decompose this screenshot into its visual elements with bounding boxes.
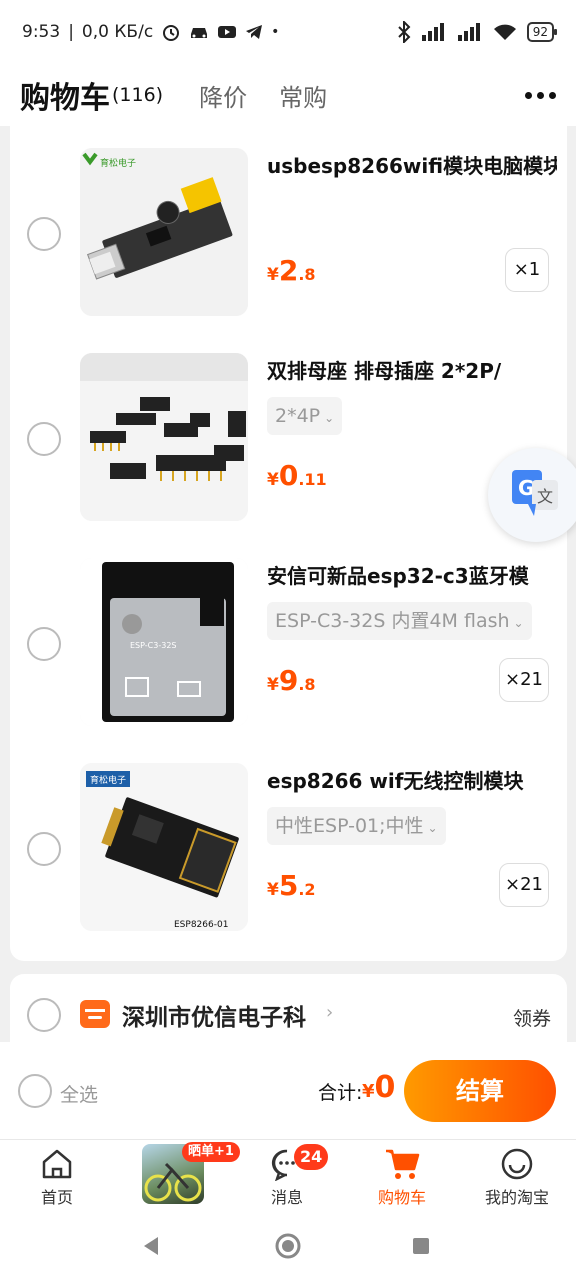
product-title[interactable]: esp8266 wif无线控制模块 (267, 765, 557, 794)
cart-content: 育松电子 usbesp8266wifi模块电脑模块 ¥2.8 ×1 双排母座 排… (0, 126, 576, 1042)
product-image[interactable] (80, 353, 248, 521)
select-all-label[interactable]: 全选 (60, 1080, 98, 1107)
dot-icon: • (271, 24, 280, 40)
item-checkbox[interactable] (27, 832, 61, 866)
svg-text:G: G (518, 476, 534, 500)
item-checkbox[interactable] (27, 627, 61, 661)
tab-home-label: 首页 (40, 1188, 73, 1207)
status-bar: 9:53 | 0,0 КБ/с • 92 (0, 0, 576, 64)
tab-messages-label: 消息 (270, 1188, 303, 1207)
product-image[interactable]: ESP-C3-32S (80, 558, 248, 726)
spec-selector[interactable]: 中性ESP-01;中性 ⌄ (267, 807, 446, 845)
tab-my-label: 我的淘宝 (484, 1188, 549, 1207)
cart-count: (116) (112, 84, 164, 106)
cart-item[interactable]: 育松电子 usbesp8266wifi模块电脑模块 ¥2.8 ×1 (10, 136, 567, 341)
svg-text:育松电子: 育松电子 (100, 157, 136, 169)
cart-item[interactable]: 育松电子 ESP8266-01 esp8266 wif无线控制模块 中性ESP-… (10, 751, 567, 956)
nav-buttons (144, 1233, 429, 1259)
product-image[interactable]: 育松电子 (80, 148, 248, 316)
smile-icon (501, 1148, 533, 1180)
youtube-icon (218, 26, 237, 38)
svg-text:文: 文 (537, 487, 553, 506)
coupon-button[interactable]: 领券 (513, 1004, 551, 1031)
product-title[interactable]: usbesp8266wifi模块电脑模块 (267, 150, 557, 179)
quantity-stepper[interactable]: ×21 (499, 863, 549, 907)
svg-text:ESP8266-01: ESP8266-01 (174, 920, 228, 930)
clock: 9:53 (22, 22, 61, 42)
checkout-button[interactable]: 结算 (404, 1060, 556, 1122)
alarm-icon (163, 25, 180, 41)
network-speed: 0,0 КБ/с (81, 22, 154, 42)
telegram-icon (246, 25, 263, 39)
google-translate-icon: G 文 (512, 470, 558, 516)
shop-checkbox[interactable] (27, 998, 61, 1032)
checkout-bar: 全选 合计: ¥0 结算 (0, 1042, 576, 1140)
product-price: ¥5.2 (267, 869, 316, 902)
product-image[interactable]: 育松电子 ESP8266-01 (80, 763, 248, 931)
spec-selector[interactable]: ESP-C3-32S 内置4M flash ⌄ (267, 602, 532, 640)
more-menu-icon[interactable] (525, 91, 556, 99)
chevron-down-icon: ⌄ (513, 616, 524, 630)
home-icon (42, 1149, 72, 1179)
quantity-stepper[interactable]: ×21 (499, 658, 549, 702)
svg-text:ESP-C3-32S: ESP-C3-32S (130, 641, 177, 650)
cart-icon (386, 1149, 420, 1179)
total-value: ¥0 (362, 1070, 396, 1105)
tab-cart[interactable]: 购物车 (357, 1144, 447, 1208)
wifi-icon (493, 24, 516, 40)
chevron-down-icon: ⌄ (324, 411, 335, 425)
signal-icon (421, 23, 444, 41)
messages-badge: 24 (294, 1144, 329, 1170)
spec-label: 2*4P (275, 405, 321, 427)
tab-frequent[interactable]: 常购 (279, 78, 327, 113)
car-icon (191, 28, 208, 38)
cart-header: 购物车 (116) 降价 常购 (0, 64, 576, 126)
esp32-module-image: ESP-C3-32S (80, 558, 248, 726)
chevron-down-icon: ⌄ (427, 821, 438, 835)
back-icon[interactable] (144, 1237, 158, 1255)
quantity-stepper[interactable]: ×1 (505, 248, 549, 292)
tab-price-drop[interactable]: 降价 (199, 78, 247, 113)
item-checkbox[interactable] (27, 422, 61, 456)
tab-home[interactable]: 首页 (12, 1144, 102, 1208)
cart-item[interactable]: 双排母座 排母插座 2*2P/ 2*4P ⌄ ¥0.11 (10, 341, 567, 546)
svg-text:育松电子: 育松电子 (90, 774, 126, 786)
cart-item[interactable]: ESP-C3-32S 安信可新品esp32-c3蓝牙模 ESP-C3-32S 内… (10, 546, 567, 751)
shop-name[interactable]: 深圳市优信电子科 (122, 998, 306, 1032)
esp8266-module-image: 育松电子 ESP8266-01 (80, 763, 248, 931)
usb-module-image: 育松电子 (80, 148, 248, 316)
tab-cart-label: 购物车 (377, 1188, 426, 1207)
product-price: ¥0.11 (267, 459, 327, 492)
spec-label: ESP-C3-32S 内置4M flash (275, 610, 510, 632)
shop-icon (80, 1000, 110, 1028)
product-price: ¥9.8 (267, 664, 316, 697)
spec-selector[interactable]: 2*4P ⌄ (267, 397, 343, 435)
tab-my-taobao[interactable]: 我的淘宝 (472, 1144, 562, 1208)
signal-icon-2 (457, 23, 480, 41)
shop-card: 育松电子 usbesp8266wifi模块电脑模块 ¥2.8 ×1 双排母座 排… (10, 126, 567, 961)
product-title[interactable]: 安信可新品esp32-c3蓝牙模 (267, 560, 557, 589)
promo-badge: 晒单+1 (182, 1142, 240, 1162)
shop-card-next: 深圳市优信电子科 › 领券 (10, 974, 567, 1042)
item-checkbox[interactable] (27, 217, 61, 251)
product-price: ¥2.8 (267, 254, 316, 287)
system-nav-bar (0, 1212, 576, 1280)
product-title[interactable]: 双排母座 排母插座 2*2P/ (267, 355, 557, 384)
recents-icon[interactable] (413, 1238, 429, 1254)
select-all-checkbox[interactable] (18, 1074, 52, 1108)
spec-label: 中性ESP-01;中性 (275, 815, 424, 837)
chevron-right-icon[interactable]: › (326, 1002, 333, 1023)
bluetooth-icon (398, 21, 411, 43)
total-label: 合计: (318, 1082, 363, 1104)
battery-indicator: 92 (526, 22, 558, 42)
page-title: 购物车 (20, 81, 110, 116)
bottom-tab-bar: 首页 晒单+1 消息 24 购物车 我的淘宝 (0, 1140, 576, 1212)
header-socket-image (80, 353, 248, 521)
separator-text: | (68, 22, 74, 42)
translate-float-button[interactable]: G 文 (488, 448, 576, 542)
